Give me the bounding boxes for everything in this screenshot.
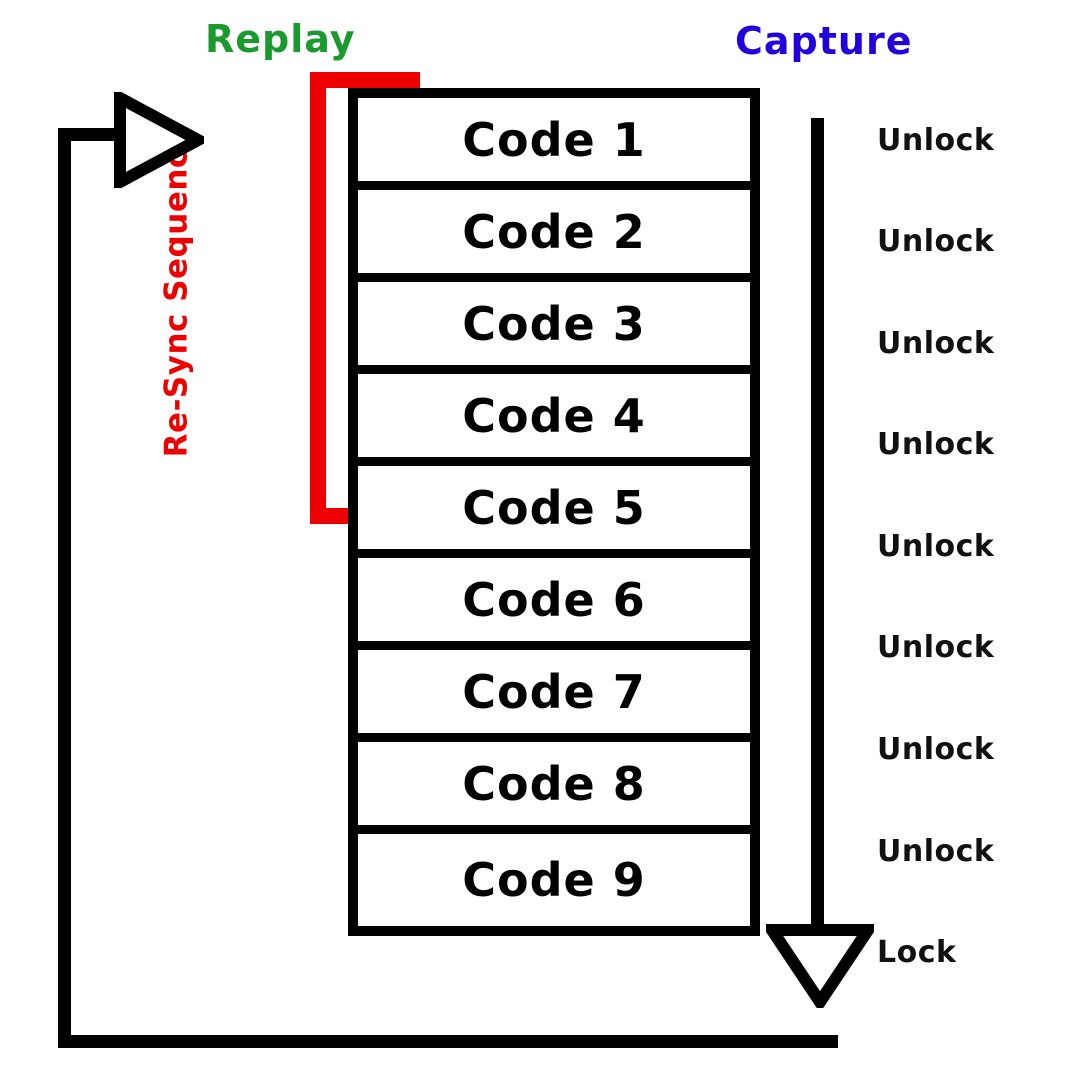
status-label-code-8: Unlock [877,834,995,869]
triangle-down-icon [766,924,874,1008]
status-label-code-9: Lock [877,935,957,970]
code-sequence-stack: Code 1 Code 2 Code 3 Code 4 Code 5 Code … [348,88,760,936]
code-label: Code 5 [462,480,646,535]
code-box[interactable]: Code 9 [358,834,750,926]
code-box[interactable]: Code 1 [358,98,750,190]
status-label-code-6: Unlock [877,630,995,665]
code-label: Code 9 [462,853,646,907]
code-box[interactable]: Code 7 [358,650,750,742]
status-label-code-4: Unlock [877,427,995,462]
play-triangle-right-icon [114,92,204,188]
code-label: Code 6 [462,572,646,627]
code-box[interactable]: Code 6 [358,558,750,650]
code-box[interactable]: Code 8 [358,742,750,834]
capture-title-label: Capture [735,19,913,63]
replay-loop-bottom-segment [58,1035,838,1048]
status-label-code-3: Unlock [877,326,995,361]
code-box[interactable]: Code 5 [358,466,750,558]
code-label: Code 7 [462,664,646,719]
status-label-code-1: Unlock [877,123,995,158]
resync-bracket-top-segment [310,72,420,88]
resync-bracket-left-segment [310,72,326,524]
rolling-code-replay-diagram: Replay Capture Re-Sync Sequence Code 1 C… [0,0,1069,1080]
replay-loop-left-segment [58,128,71,1048]
status-label-code-5: Unlock [877,529,995,564]
code-label: Code 4 [462,388,646,443]
replay-title-label: Replay [205,17,356,61]
capture-arrow-shaft [811,118,824,930]
code-label: Code 1 [462,112,646,167]
code-label: Code 2 [462,204,646,259]
code-label: Code 8 [462,756,646,811]
status-label-code-2: Unlock [877,224,995,259]
code-label: Code 3 [462,296,646,351]
code-box[interactable]: Code 4 [358,374,750,466]
code-box[interactable]: Code 3 [358,282,750,374]
code-box[interactable]: Code 2 [358,190,750,282]
status-label-code-7: Unlock [877,732,995,767]
